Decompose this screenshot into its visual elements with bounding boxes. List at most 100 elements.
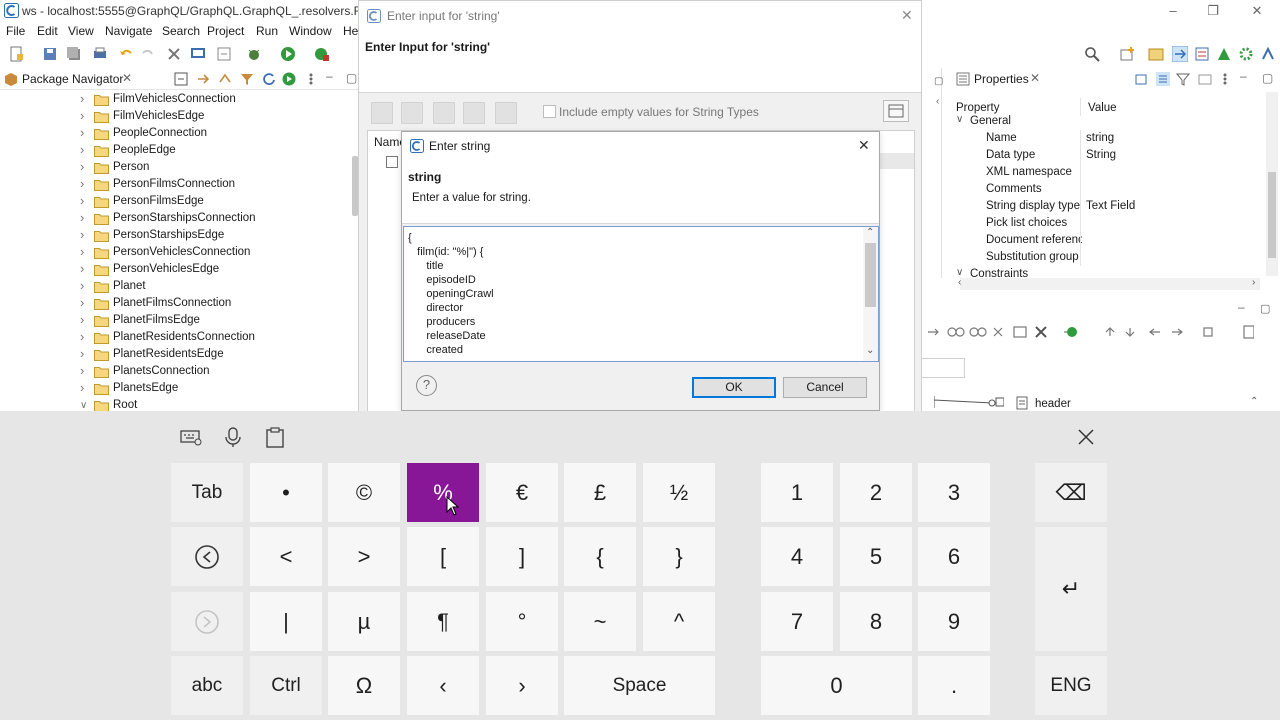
tilde-key[interactable]: ~ — [564, 592, 636, 651]
scroll-left-small-icon[interactable]: ‹ — [936, 96, 939, 107]
collapse-all-icon[interactable] — [174, 72, 188, 86]
textarea-scrollbar[interactable]: ⌃ ⌄ — [863, 227, 878, 361]
pin-icon[interactable] — [1134, 72, 1148, 86]
properties-vertical-scrollbar[interactable] — [1266, 92, 1278, 276]
chevron-right-icon[interactable]: › — [80, 125, 90, 140]
group-constraints[interactable]: ∨ Constraints — [950, 266, 1268, 278]
property-row[interactable]: Substitution group — [950, 249, 1268, 266]
include-empty-checkbox[interactable] — [543, 105, 556, 118]
chevron-right-icon[interactable]: › — [80, 363, 90, 378]
space-key[interactable]: Space — [564, 656, 715, 715]
keyboard-settings-icon[interactable] — [180, 426, 202, 448]
bullet-key[interactable]: • — [250, 463, 322, 522]
string-value-textarea[interactable]: { film(id: "%|") { title episodeID openi… — [403, 226, 879, 362]
pilcrow-key[interactable]: ¶ — [407, 592, 479, 651]
ok-button[interactable]: OK — [692, 377, 776, 398]
view-max-icon[interactable]: ▢ — [934, 76, 943, 87]
properties-tab[interactable]: Properties — [974, 72, 1029, 86]
menu-run[interactable]: Run — [256, 24, 278, 38]
chevron-right-icon[interactable]: › — [80, 261, 90, 276]
filter-props-icon[interactable] — [1176, 72, 1190, 86]
debug-icon[interactable] — [246, 46, 262, 62]
close-properties-icon[interactable]: ✕ — [1030, 71, 1040, 85]
group-general[interactable]: ∨ General — [950, 113, 1268, 130]
greater-than-key[interactable]: > — [328, 527, 400, 586]
maximize-properties-icon[interactable]: ▢ — [1262, 71, 1273, 85]
scroll-right-icon[interactable]: › — [1252, 277, 1255, 288]
menu-project[interactable]: Project — [207, 24, 244, 38]
outer-close-icon[interactable]: ✕ — [901, 7, 913, 24]
open-brace-key[interactable]: { — [564, 527, 636, 586]
menu-edit[interactable]: Edit — [37, 24, 58, 38]
menu-window[interactable]: Window — [289, 24, 332, 38]
chevron-right-icon[interactable]: › — [80, 227, 90, 242]
table-tool-2-icon[interactable] — [401, 102, 423, 124]
digit-3-key[interactable]: 3 — [918, 463, 990, 522]
chevron-right-icon[interactable]: › — [80, 312, 90, 327]
minimize-icon[interactable]: – — [1164, 2, 1182, 20]
print-icon[interactable] — [92, 46, 108, 62]
save-icon[interactable] — [42, 46, 58, 62]
close-keyboard-icon[interactable] — [1075, 426, 1097, 448]
omega-key[interactable]: Ω — [328, 656, 400, 715]
link-editor-icon[interactable] — [196, 72, 210, 86]
scroll-left-icon[interactable]: ‹ — [958, 277, 961, 288]
chevron-right-icon[interactable]: › — [80, 159, 90, 174]
properties-scroll-thumb[interactable] — [1268, 172, 1276, 258]
view-menu-icon[interactable] — [304, 72, 318, 86]
euro-key[interactable]: € — [486, 463, 558, 522]
minimize-properties-icon[interactable]: – — [1240, 69, 1247, 83]
new-icon[interactable] — [8, 46, 24, 62]
maximize-view-icon[interactable]: ▢ — [346, 71, 357, 85]
property-row[interactable]: Data type String — [950, 147, 1268, 164]
backspace-key[interactable]: ⌫ — [1035, 463, 1107, 522]
chevron-right-icon[interactable]: › — [80, 108, 90, 123]
chevron-right-icon[interactable]: › — [80, 210, 90, 225]
properties-menu-icon[interactable] — [1218, 72, 1232, 86]
diagram-node-box[interactable] — [920, 358, 965, 378]
language-key[interactable]: ENG — [1035, 656, 1107, 715]
right-arrow-key[interactable]: › — [486, 656, 558, 715]
menu-view[interactable]: View — [68, 24, 94, 38]
perspective-mapping-icon[interactable] — [1216, 46, 1232, 62]
chevron-right-icon[interactable]: › — [80, 295, 90, 310]
micro-key[interactable]: µ — [328, 592, 400, 651]
inner-close-icon[interactable]: ✕ — [858, 137, 870, 154]
tab-key[interactable]: Tab — [171, 463, 243, 522]
chevron-right-icon[interactable]: › — [80, 346, 90, 361]
digit-4-key[interactable]: 4 — [761, 527, 833, 586]
table-tool-3-icon[interactable] — [433, 102, 455, 124]
chevron-right-icon[interactable]: › — [80, 380, 90, 395]
menu-search[interactable]: Search — [162, 24, 200, 38]
digit-8-key[interactable]: 8 — [840, 592, 912, 651]
delete-icon[interactable] — [166, 46, 182, 62]
perspective-java-icon[interactable] — [1148, 46, 1164, 62]
property-row[interactable]: Name string — [950, 130, 1268, 147]
digit-7-key[interactable]: 7 — [761, 592, 833, 651]
restore-default-icon[interactable] — [1198, 72, 1212, 86]
perspective-gear-icon[interactable] — [1238, 46, 1254, 62]
properties-horizontal-scrollbar[interactable]: ‹ › — [958, 277, 1260, 290]
textarea-scroll-thumb[interactable] — [865, 243, 876, 307]
degree-key[interactable]: ° — [486, 592, 558, 651]
open-bracket-key[interactable]: [ — [407, 527, 479, 586]
property-row[interactable]: Pick list choices — [950, 215, 1268, 232]
close-brace-key[interactable]: } — [643, 527, 715, 586]
period-key[interactable]: . — [918, 656, 990, 715]
pound-key[interactable]: £ — [564, 463, 636, 522]
property-value[interactable]: Text Field — [1086, 200, 1135, 212]
property-row[interactable]: String display type Text Field — [950, 198, 1268, 215]
microphone-icon[interactable] — [222, 426, 244, 448]
perspective-active-icon[interactable] — [1172, 46, 1188, 62]
property-row[interactable]: Comments — [950, 181, 1268, 198]
table-tool-4-icon[interactable] — [463, 102, 485, 124]
pipe-key[interactable]: | — [250, 592, 322, 651]
chevron-right-icon[interactable]: › — [80, 142, 90, 157]
sync-icon[interactable] — [218, 72, 232, 86]
perspective-schema-icon[interactable] — [1194, 46, 1210, 62]
run-view-icon[interactable] — [282, 72, 296, 86]
minimize-view-icon[interactable]: – — [326, 69, 333, 83]
chevron-right-icon[interactable]: › — [80, 176, 90, 191]
digit-1-key[interactable]: 1 — [761, 463, 833, 522]
categories-icon[interactable] — [1156, 72, 1170, 86]
